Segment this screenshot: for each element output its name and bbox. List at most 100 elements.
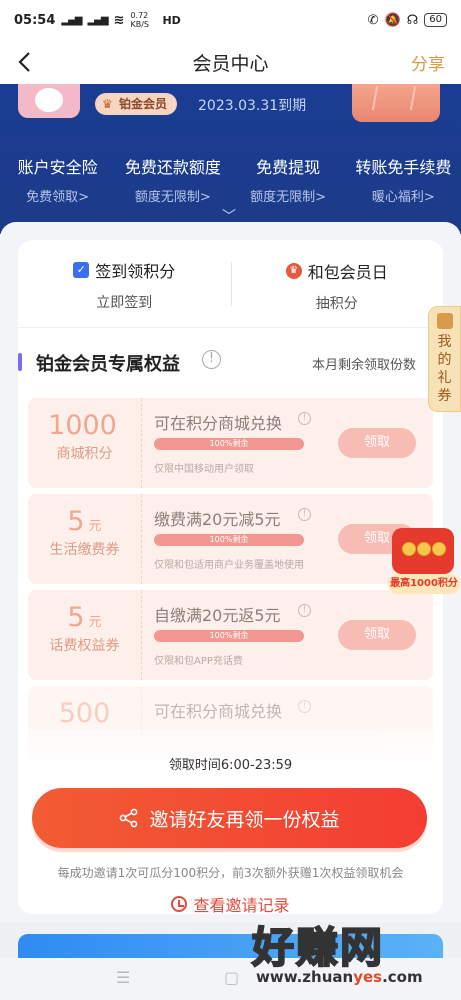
avatar[interactable] (18, 84, 80, 118)
perk-sub: 免费领取> (26, 190, 90, 205)
side-tab-char: 的 (437, 352, 452, 368)
share-icon (120, 808, 138, 828)
signal-icon-2: ▂▄▆ (87, 14, 108, 26)
benefit-unit: 商城积分 (56, 446, 113, 462)
wifi-icon: ≋ (113, 12, 125, 28)
perk-title: 账户安全险 (17, 158, 98, 177)
remaining-progress-bar: 100%剩余 (154, 438, 304, 450)
benefit-item: 5元 生活缴费券 缴费满20元减5元 ! 100%剩余 仅限和包适用商户业务覆盖… (28, 494, 433, 584)
back-arrow-icon[interactable] (14, 48, 38, 76)
benefit-name: 可在积分商城兑换 (154, 702, 283, 721)
floating-red-packet[interactable]: 最高1000积分 (388, 528, 460, 598)
home-icon[interactable]: ▢ (224, 968, 239, 987)
benefit-name: 自缴满20元返5元 (154, 606, 281, 625)
benefits-panel: ✓ 签到领积分 立即签到 ♛ 和包会员日 抽积分 铂金会员专属权益 ! 本月剩余领取… (18, 240, 443, 916)
status-bar: 05:54 ▂▄▆ ▂▄▆ ≋ 0.72 KB/S HD ✆ 🔕 ☊ 60 (0, 0, 461, 40)
watermark-url-mid: yes (353, 968, 383, 986)
benefit-item: 1000 商城积分 可在积分商城兑换 ! 100%剩余 仅限中国移动用户领取 领… (28, 398, 433, 488)
clock-icon (171, 896, 188, 912)
battery-icon: 60 (424, 13, 447, 27)
side-tab-char: 我 (437, 334, 452, 350)
side-tab-char: 礼 (437, 370, 452, 386)
perk-list: 账户安全险 免费领取> 免费还款额度 额度无限制> 免费提现 额度无限制> 转账… (0, 152, 461, 205)
share-button[interactable]: 分享 (411, 50, 445, 75)
remaining-progress-bar: 100%剩余 (154, 534, 304, 546)
perk-item[interactable]: 转账免手续费 暖心福利> (346, 152, 461, 205)
tier-label: 铂金会员 (119, 97, 168, 111)
perk-title: 转账免手续费 (355, 158, 452, 177)
invite-record-link[interactable]: 查看邀请记录 (18, 892, 443, 916)
benefit-item: 5元 话费权益券 自缴满20元返5元 ! 100%剩余 仅限和包APP充话费 领… (28, 590, 433, 680)
menu-icon[interactable]: ☰ (116, 968, 130, 987)
crown-icon: ♛ (285, 263, 302, 279)
claim-button[interactable]: 领取 (338, 428, 416, 458)
benefit-unit: 生活缴费券 (49, 542, 120, 558)
coupon-icon (436, 313, 453, 329)
perk-sub: 额度无限制> (250, 190, 327, 205)
coin-icon (432, 542, 446, 556)
member-day-title: 和包会员日 (307, 263, 388, 282)
claim-button[interactable]: 领取 (338, 620, 416, 650)
member-day-sub: 抽积分 (315, 296, 358, 312)
perk-sub: 额度无限制> (134, 190, 211, 205)
watermark-url-prefix: www.zhuan (256, 968, 354, 986)
invite-friends-button[interactable]: 邀请好友再领一份权益 (32, 788, 427, 848)
net-type: HD (162, 13, 181, 27)
section-header: 铂金会员专属权益 ! 本月剩余领取份数 (18, 348, 443, 376)
calendar-check-icon: ✓ (73, 262, 90, 278)
perk-item[interactable]: 免费还款额度 额度无限制> (115, 152, 230, 205)
claim-time: 领取时间6:00-23:59 (168, 758, 293, 773)
side-tab-char: 券 (437, 388, 452, 404)
benefit-amount: 5 (67, 506, 85, 537)
expire-date: 2023.03.31到期 (198, 98, 307, 114)
member-hero: ♛ 铂金会员 2023.03.31到期 账户安全险 免费领取> 免费还款额度 额… (0, 84, 461, 234)
remaining-progress-bar: 100%剩余 (154, 630, 304, 642)
nav-bar: 会员中心 分享 (0, 40, 461, 84)
red-packet-label: 最高1000积分 (388, 574, 460, 594)
sign-in-sub: 立即签到 (96, 295, 153, 311)
info-icon[interactable]: ! (298, 508, 311, 521)
perk-item[interactable]: 账户安全险 免费领取> (0, 152, 115, 205)
my-coupons-tab[interactable]: 我 的 礼 券 (428, 306, 461, 412)
remaining-count-label: 本月剩余领取份数 (312, 358, 417, 373)
coin-icon (402, 542, 416, 556)
perk-title: 免费还款额度 (124, 158, 221, 177)
benefit-amount: 1000 (48, 410, 117, 441)
benefit-name: 缴费满20元减5元 (154, 510, 281, 529)
info-icon[interactable]: ! (202, 350, 221, 369)
perk-title: 免费提现 (256, 158, 321, 177)
status-time: 05:54 (14, 12, 56, 28)
headset-icon: ☊ (406, 12, 419, 28)
page-title: 会员中心 (192, 52, 269, 75)
member-day-entry[interactable]: ♛ 和包会员日 抽积分 (230, 240, 444, 327)
benefit-amount: 500 (58, 698, 111, 729)
perk-item[interactable]: 免费提现 额度无限制> (231, 152, 346, 205)
call-icon: ✆ (367, 12, 379, 28)
coin-icon (417, 542, 431, 556)
info-icon[interactable]: ! (298, 604, 311, 617)
section-accent-bar (18, 353, 22, 371)
benefit-note: 仅限和包APP充话费 (154, 656, 243, 667)
tier-badge: ♛ 铂金会员 (95, 93, 178, 115)
sign-row: ✓ 签到领积分 立即签到 ♛ 和包会员日 抽积分 (18, 240, 443, 328)
sign-in-entry[interactable]: ✓ 签到领积分 立即签到 (18, 240, 231, 327)
section-title: 铂金会员专属权益 (36, 354, 180, 375)
benefit-unit: 话费权益券 (49, 638, 120, 654)
watermark-url: www.zhuanyes.com (256, 968, 423, 986)
gift-box-decoration (352, 84, 440, 122)
crown-icon: ♛ (102, 97, 113, 111)
info-icon[interactable]: ! (298, 412, 311, 425)
signal-icon: ▂▄▆ (61, 14, 82, 26)
benefit-amount-unit: 元 (88, 615, 102, 630)
benefit-name: 可在积分商城兑换 (154, 414, 283, 433)
mute-icon: 🔕 (384, 12, 401, 28)
watermark-url-suffix: .com (382, 968, 423, 986)
invite-note: 每成功邀请1次可瓜分100积分，前3次额外获赠1次权益领取机会 (57, 866, 404, 880)
perk-sub: 暖心福利> (371, 190, 435, 205)
info-icon: ! (298, 700, 311, 713)
watermark-logo: 好赚网 (251, 922, 385, 973)
benefit-note: 仅限中国移动用户领取 (154, 464, 254, 475)
sign-in-title: 签到领积分 (95, 262, 176, 281)
benefit-amount-unit: 元 (88, 519, 102, 534)
benefit-note: 仅限和包适用商户业务覆盖地使用 (154, 560, 304, 571)
